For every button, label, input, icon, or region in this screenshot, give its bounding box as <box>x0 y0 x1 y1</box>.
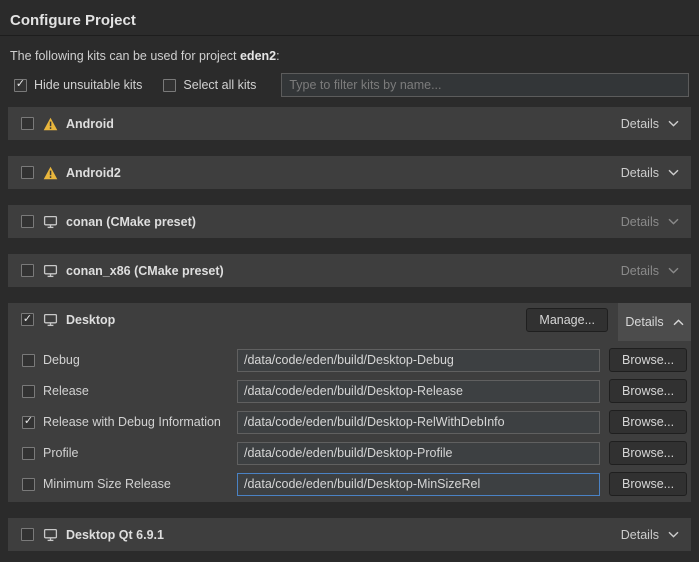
kit-panel-desktop-qt: Desktop Qt 6.9.1 Details <box>8 518 691 551</box>
kit-checkbox[interactable] <box>21 528 34 541</box>
kit-header-desktop: Desktop Manage... <box>8 303 691 336</box>
filter-bar: Hide unsuitable kits Select all kits <box>14 73 689 97</box>
build-config-row-debug: Debug Browse... <box>22 348 687 372</box>
browse-button[interactable]: Browse... <box>609 472 687 496</box>
desktop-icon <box>43 528 58 542</box>
build-config-label: Debug <box>43 353 80 367</box>
warning-icon <box>43 117 58 131</box>
chevron-down-icon <box>668 531 679 538</box>
kit-name: Desktop Qt 6.9.1 <box>66 528 164 542</box>
details-label: Details <box>621 528 659 542</box>
kit-checkbox[interactable] <box>21 215 34 228</box>
build-config-label: Release <box>43 384 89 398</box>
kit-checkbox[interactable] <box>21 264 34 277</box>
build-config-checkbox[interactable] <box>22 478 35 491</box>
kits-description: The following kits can be used for proje… <box>0 49 699 63</box>
kit-filter-input[interactable] <box>281 73 689 97</box>
hide-unsuitable-kits-checkbox[interactable] <box>14 79 27 92</box>
build-config-checkbox[interactable] <box>22 385 35 398</box>
kit-name: conan_x86 (CMake preset) <box>66 264 224 278</box>
kit-list: Android Details Android2 Details <box>8 107 691 551</box>
kit-name: Desktop <box>66 313 115 327</box>
select-all-kits-checkbox[interactable] <box>163 79 176 92</box>
details-button-disabled: Details <box>621 264 679 278</box>
chevron-down-icon <box>668 267 679 274</box>
chevron-down-icon <box>668 218 679 225</box>
kit-name: Android <box>66 117 114 131</box>
build-dir-input-focused[interactable] <box>237 473 600 496</box>
details-button-disabled: Details <box>621 215 679 229</box>
build-config-checkbox[interactable] <box>22 447 35 460</box>
kits-description-suffix: : <box>276 49 279 63</box>
build-dir-input[interactable] <box>237 442 600 465</box>
page-title: Configure Project <box>0 12 699 30</box>
title-divider <box>0 35 699 36</box>
desktop-icon <box>43 264 58 278</box>
browse-button[interactable]: Browse... <box>609 379 687 403</box>
details-label: Details <box>621 166 659 180</box>
kit-checkbox[interactable] <box>21 117 34 130</box>
kit-panel-desktop: Desktop Manage... Details Debug Browse..… <box>8 303 691 502</box>
kits-description-prefix: The following kits can be used for proje… <box>10 49 240 63</box>
browse-button[interactable]: Browse... <box>609 441 687 465</box>
build-config-row-relwithdebinfo: Release with Debug Information Browse... <box>22 410 687 434</box>
build-config-row-minsizerel: Minimum Size Release Browse... <box>22 472 687 496</box>
build-config-checkbox[interactable] <box>22 416 35 429</box>
build-config-label: Profile <box>43 446 78 460</box>
browse-button[interactable]: Browse... <box>609 410 687 434</box>
build-config-label: Minimum Size Release <box>43 477 171 491</box>
chevron-down-icon <box>668 169 679 176</box>
details-button[interactable]: Details <box>621 166 679 180</box>
project-name: eden2 <box>240 49 276 63</box>
details-button[interactable]: Details <box>621 117 679 131</box>
kit-checkbox[interactable] <box>21 166 34 179</box>
build-dir-input[interactable] <box>237 349 600 372</box>
chevron-down-icon <box>668 120 679 127</box>
kit-name: Android2 <box>66 166 121 180</box>
build-config-option[interactable]: Release <box>22 384 237 398</box>
details-label: Details <box>625 315 663 329</box>
build-config-checkbox[interactable] <box>22 354 35 367</box>
build-dir-input[interactable] <box>237 411 600 434</box>
hide-unsuitable-kits-label: Hide unsuitable kits <box>34 78 142 92</box>
manage-button[interactable]: Manage... <box>526 308 608 332</box>
build-config-option[interactable]: Minimum Size Release <box>22 477 237 491</box>
details-button-expanded[interactable]: Details <box>618 303 691 341</box>
kit-header-android2: Android2 Details <box>8 156 691 189</box>
warning-icon <box>43 166 58 180</box>
build-config-row-release: Release Browse... <box>22 379 687 403</box>
select-all-kits-option[interactable]: Select all kits <box>163 78 256 92</box>
browse-button[interactable]: Browse... <box>609 348 687 372</box>
hide-unsuitable-kits-option[interactable]: Hide unsuitable kits <box>14 78 142 92</box>
build-config-option[interactable]: Debug <box>22 353 237 367</box>
build-config-option[interactable]: Release with Debug Information <box>22 415 237 429</box>
kit-checkbox[interactable] <box>21 313 34 326</box>
chevron-up-icon <box>673 319 684 326</box>
kit-header-desktop-qt: Desktop Qt 6.9.1 Details <box>8 518 691 551</box>
build-config-option[interactable]: Profile <box>22 446 237 460</box>
desktop-icon <box>43 313 58 327</box>
kit-header-conan: conan (CMake preset) Details <box>8 205 691 238</box>
build-config-row-profile: Profile Browse... <box>22 441 687 465</box>
details-button[interactable]: Details <box>621 528 679 542</box>
build-config-label: Release with Debug Information <box>43 415 221 429</box>
details-label: Details <box>621 215 659 229</box>
details-label: Details <box>621 117 659 131</box>
configure-project-page: Configure Project The following kits can… <box>0 0 699 562</box>
kit-header-android: Android Details <box>8 107 691 140</box>
kit-panel-conan: conan (CMake preset) Details <box>8 205 691 238</box>
kit-header-conan-x86: conan_x86 (CMake preset) Details <box>8 254 691 287</box>
kit-panel-android2: Android2 Details <box>8 156 691 189</box>
kit-name: conan (CMake preset) <box>66 215 196 229</box>
kit-panel-android: Android Details <box>8 107 691 140</box>
details-label: Details <box>621 264 659 278</box>
build-dir-input[interactable] <box>237 380 600 403</box>
select-all-kits-label: Select all kits <box>183 78 256 92</box>
kit-panel-conan-x86: conan_x86 (CMake preset) Details <box>8 254 691 287</box>
desktop-icon <box>43 215 58 229</box>
